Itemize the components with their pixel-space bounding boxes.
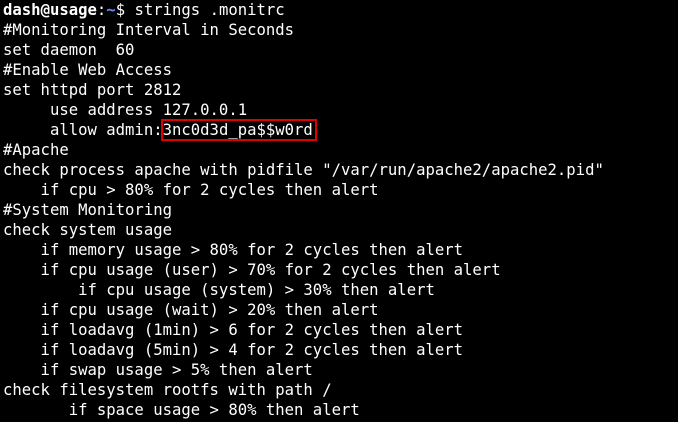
prompt-separator: : [96, 1, 107, 19]
output-line: set daemon 60 [3, 41, 135, 59]
prompt-line: dash@usage:~$ strings .monitrc [3, 0, 285, 20]
terminal-window[interactable]: dash@usage:~$ strings .monitrc #Monitori… [0, 0, 678, 422]
output-line: if space usage > 80% then alert [3, 401, 360, 419]
output-line: check system usage [3, 221, 172, 239]
allow-admin-label: allow admin: [3, 121, 163, 139]
highlighted-password: 3nc0d3d_pa$$w0rd [160, 119, 317, 141]
prompt-user: dash [3, 1, 41, 19]
output-line: if loadavg (5min) > 4 for 2 cycles then … [3, 341, 464, 359]
output-line: #System Monitoring [3, 201, 172, 219]
output-line: if swap usage > 5% then alert [3, 361, 313, 379]
output-line: #Monitoring Interval in Seconds [3, 21, 295, 39]
output-line: if memory usage > 80% for 2 cycles then … [3, 241, 464, 259]
output-line: if loadavg (1min) > 6 for 2 cycles then … [3, 321, 464, 339]
command-text: strings .monitrc [134, 1, 285, 19]
output-line: if cpu > 80% for 2 cycles then alert [3, 181, 379, 199]
output-line: check filesystem rootfs with path / [3, 381, 332, 399]
output-line: if cpu usage (system) > 30% then alert [3, 281, 435, 299]
output-line-credentials: allow admin:3nc0d3d_pa$$w0rd [3, 119, 317, 141]
output-line: check process apache with pidfile "/var/… [3, 161, 604, 179]
output-line: #Enable Web Access [3, 61, 172, 79]
output-line: if cpu usage (wait) > 20% then alert [3, 301, 379, 319]
output-line: set httpd port 2812 [3, 81, 182, 99]
prompt-symbol: $ [115, 1, 135, 19]
prompt-at: @ [40, 1, 50, 19]
output-line: use address 127.0.0.1 [3, 101, 248, 119]
output-line: #Apache [3, 141, 69, 159]
prompt-path: ~ [106, 1, 116, 19]
prompt-host: usage [49, 1, 97, 19]
output-line: if cpu usage (user) > 70% for 2 cycles t… [3, 261, 501, 279]
